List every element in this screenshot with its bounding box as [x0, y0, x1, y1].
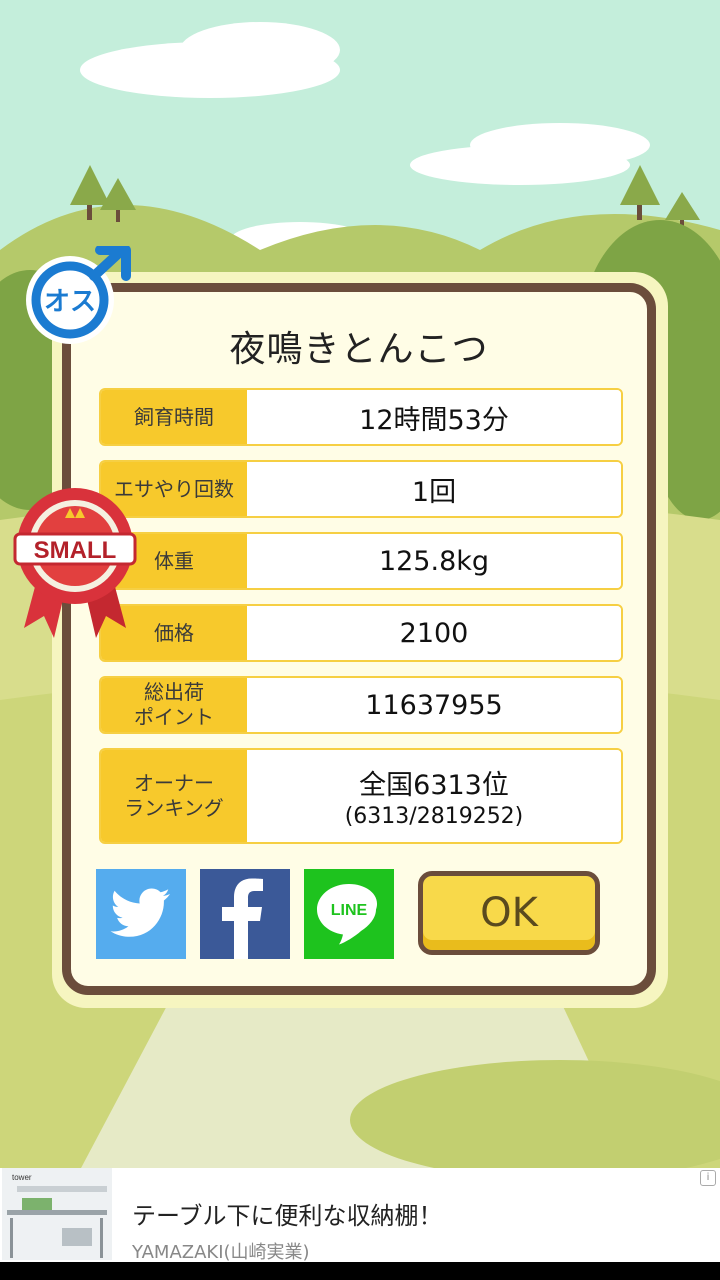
row-weight: 体重 125.8kg [99, 532, 623, 590]
twitter-share-button[interactable] [96, 869, 186, 959]
ok-button[interactable]: OK [418, 871, 600, 955]
breeding-time-value: 12時間53分 [247, 390, 621, 444]
row-price: 価格 2100 [99, 604, 623, 662]
ad-advertiser: YAMAZAKI(山崎実業) [132, 1242, 310, 1263]
ad-brand: tower [12, 1173, 32, 1182]
shipping-points-value: 11637955 [247, 678, 621, 732]
ranking-national: 全国6313位 [359, 770, 509, 801]
owner-ranking-value: 全国6313位 (6313/2819252) [247, 750, 621, 842]
gender-label: オス [44, 287, 96, 317]
small-ribbon-icon: SMALL [13, 488, 137, 638]
row-shipping-points: 総出荷 ポイント 11637955 [99, 676, 623, 734]
system-nav-bar [0, 1262, 720, 1280]
male-gender-icon: オス [26, 246, 131, 344]
owner-ranking-label: オーナー ランキング [101, 750, 247, 842]
ad-thumbnail: tower [2, 1168, 112, 1260]
pig-name-title: 夜鳴きとんこつ [229, 329, 489, 370]
breeding-time-label: 飼育時間 [101, 390, 247, 444]
ad-info-icon[interactable]: i [700, 1170, 716, 1186]
weight-value: 125.8kg [247, 534, 621, 588]
line-share-button[interactable]: LINE [304, 869, 394, 959]
facebook-icon [222, 878, 263, 959]
row-breeding-time: 飼育時間 12時間53分 [99, 388, 623, 446]
result-dialog: 夜鳴きとんこつ 飼育時間 12時間53分 エサやり回数 1回 体重 125.8k… [62, 283, 656, 995]
ranking-detail: (6313/2819252) [344, 804, 524, 829]
ad-banner[interactable]: tower テーブル下に便利な収納棚！ YAMAZAKI(山崎実業) i [0, 1168, 720, 1263]
shipping-points-label: 総出荷 ポイント [101, 678, 247, 732]
price-value: 2100 [247, 606, 621, 660]
ad-title[interactable]: テーブル下に便利な収納棚！ [132, 1196, 443, 1231]
facebook-share-button[interactable] [200, 869, 290, 959]
twitter-icon [110, 888, 170, 937]
row-owner-ranking: オーナー ランキング 全国6313位 (6313/2819252) [99, 748, 623, 844]
line-logo-text: LINE [331, 902, 368, 919]
line-icon: LINE [317, 884, 378, 945]
row-feed-count: エサやり回数 1回 [99, 460, 623, 518]
ribbon-label: SMALL [34, 537, 117, 564]
feed-count-value: 1回 [247, 462, 621, 516]
